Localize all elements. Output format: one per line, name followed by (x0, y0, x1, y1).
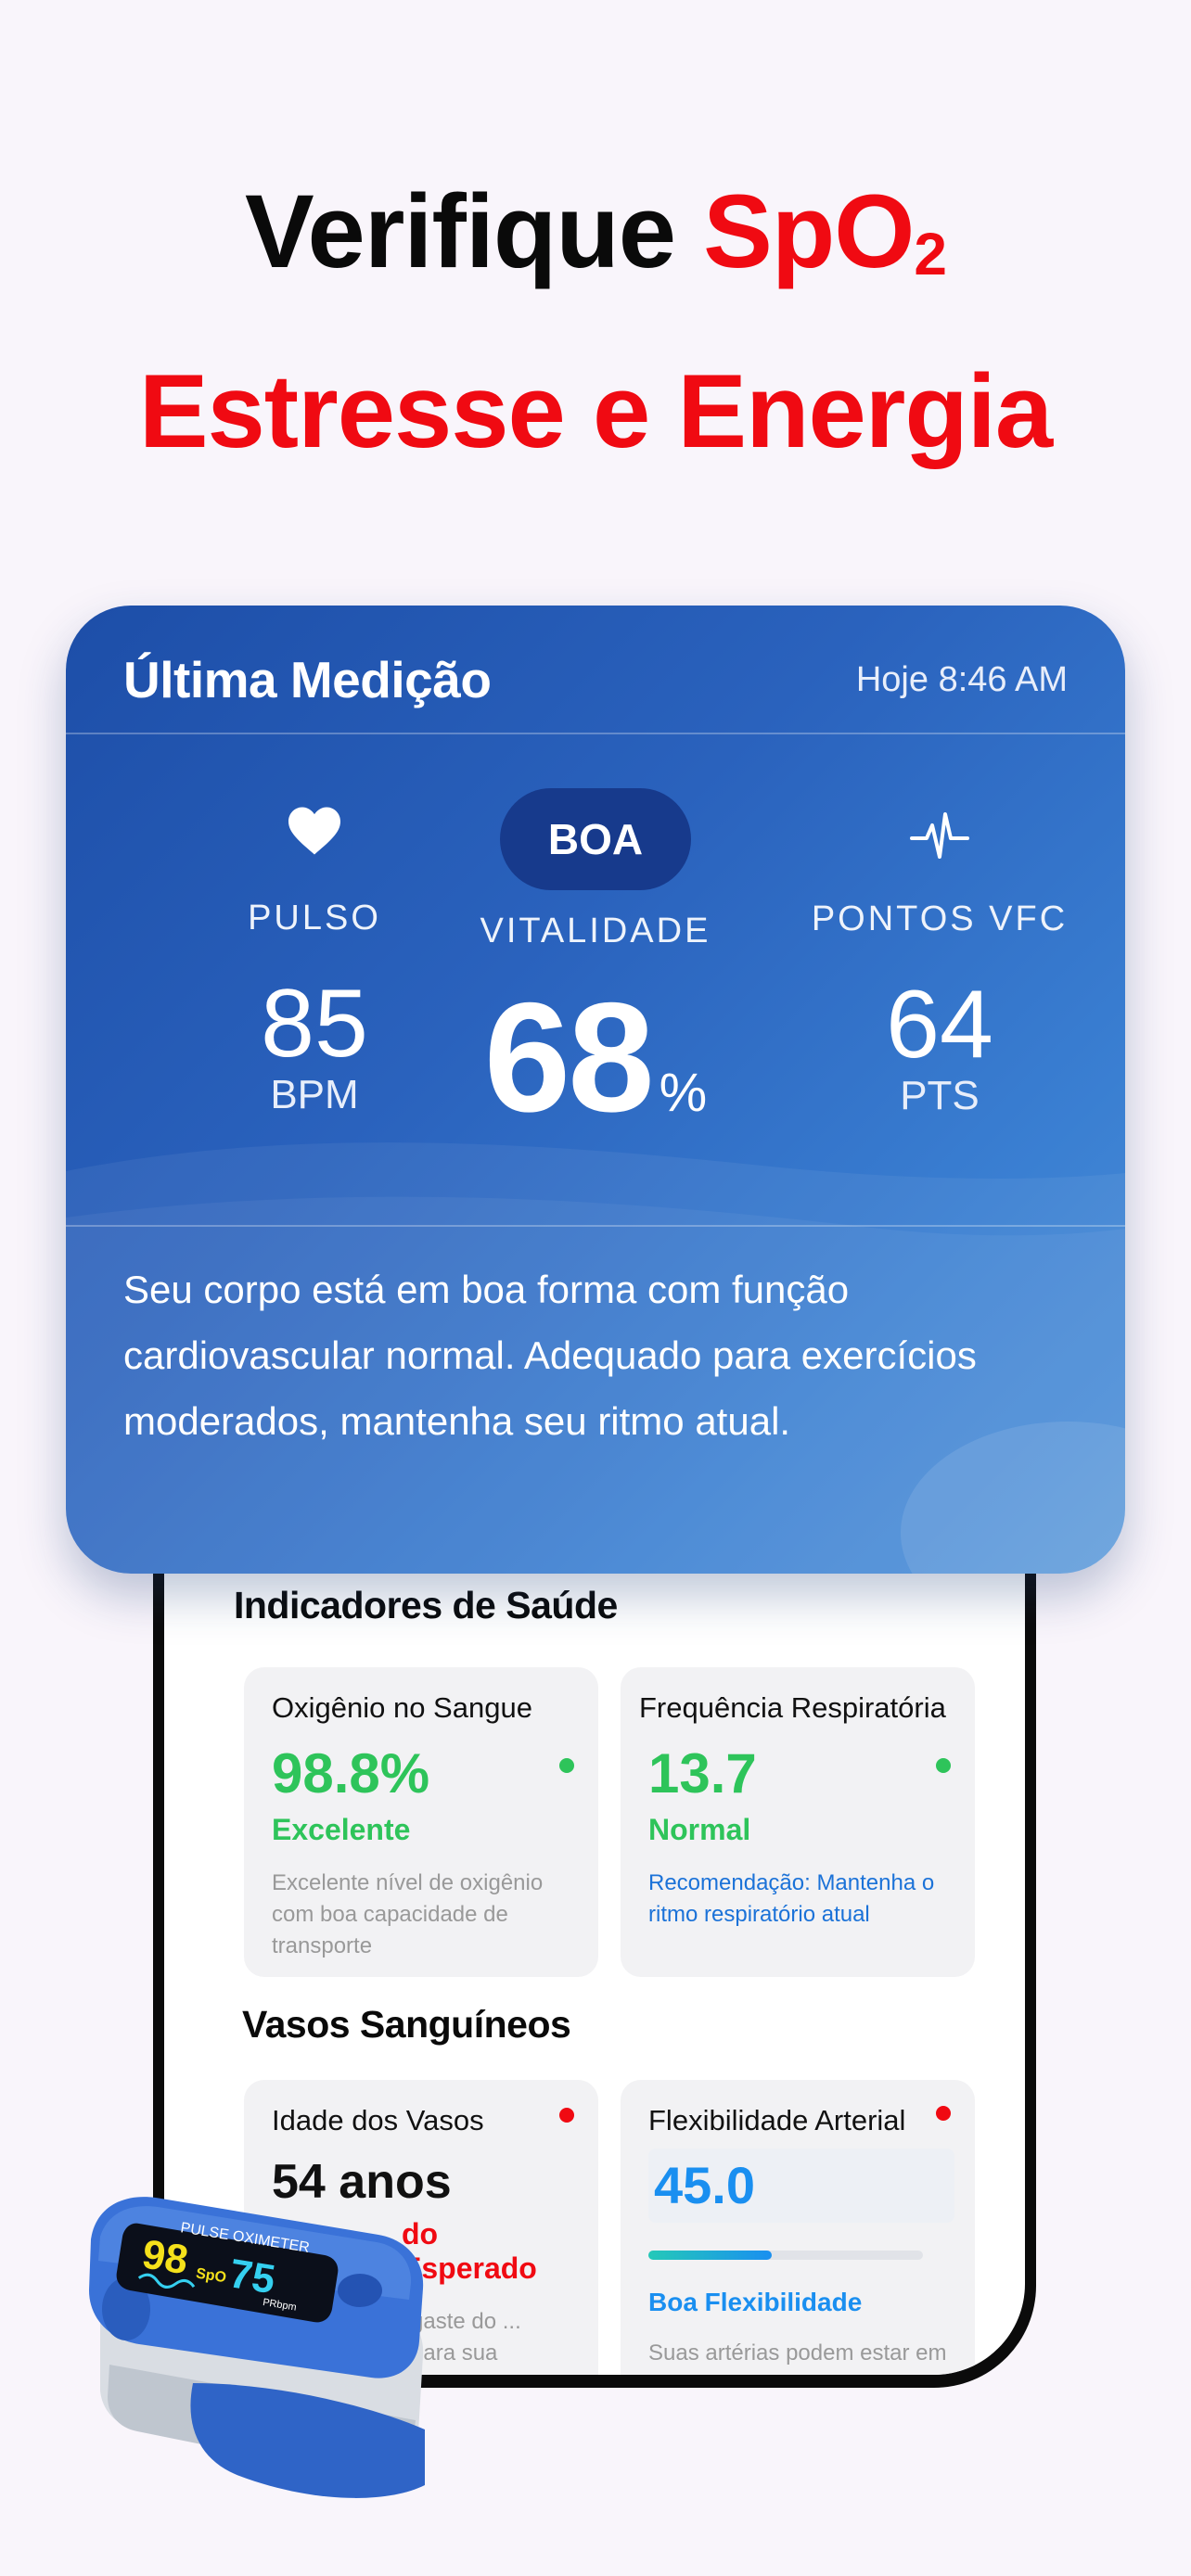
last-measurement-card[interactable]: Última Medição Hoje 8:46 AM PULSO 85 BPM… (66, 606, 1125, 1574)
vessel-age-status-dot (559, 2108, 574, 2123)
hrv-unit: PTS (900, 1073, 980, 1118)
vitality-metric: VITALIDADE 68% (429, 912, 762, 1135)
vitality-label: VITALIDADE (480, 912, 711, 950)
respiration-description: Recomendação: Mantenha o ritmo respirató… (648, 1870, 935, 1927)
heart-icon (288, 807, 340, 855)
vessels-title: Vasos Sanguíneos (242, 2003, 571, 2046)
indicators-title: Indicadores de Saúde (234, 1584, 618, 1626)
card-title: Última Medição (123, 651, 492, 708)
card-description: Seu corpo está em boa forma com função c… (123, 1268, 977, 1443)
vitality-value: 68 (483, 970, 655, 1144)
headline-line-1: Verifique SpO2 (0, 172, 1191, 314)
respiration-status-dot (936, 1758, 951, 1773)
flexibility-description: Suas artérias podem estar em risco de AV… (648, 2340, 947, 2375)
hrv-label: PONTOS VFC (811, 899, 1069, 938)
vitality-badge: BOA (500, 788, 691, 890)
vitality-value-row: 68% (429, 979, 762, 1135)
headline-line-2: Estresse e Energia (138, 353, 1053, 469)
headline: Verifique SpO2 Estresse e Energia (0, 172, 1191, 472)
flexibility-tile[interactable]: Flexibilidade Arterial 45.0 Boa Flexibil… (621, 2080, 975, 2375)
respiration-value: 13.7 (648, 1742, 757, 1804)
flexibility-bar-fill (648, 2251, 773, 2260)
vessel-age-title: Idade dos Vasos (272, 2104, 484, 2136)
flexibility-title: Flexibilidade Arterial (648, 2104, 906, 2136)
respiration-tile[interactable]: Frequência Respiratória 13.7 Normal Reco… (621, 1667, 975, 1977)
card-divider-bottom (66, 1225, 1125, 1227)
pulse-wave-icon (910, 812, 969, 859)
device-pr: 75 (226, 2251, 278, 2302)
oxygen-status: Excelente (272, 1813, 411, 1846)
oxygen-tile[interactable]: Oxigênio no Sangue 98.8% Excelente Excel… (244, 1667, 598, 1977)
respiration-status: Normal (648, 1813, 751, 1846)
respiration-title: Frequência Respiratória (639, 1691, 946, 1724)
oxygen-title: Oxigênio no Sangue (272, 1691, 532, 1724)
hrv-metric: PONTOS VFC 64 PTS (773, 808, 1107, 1119)
pulse-oximeter-image: PULSE OXIMETER 98 SpO 75 PRbpm (89, 2197, 425, 2498)
flexibility-status-dot (936, 2106, 951, 2121)
oxygen-value: 98.8% (272, 1742, 430, 1804)
card-divider-top (66, 733, 1125, 734)
headline-spo2: SpO2 (703, 173, 947, 289)
oxygen-status-dot (559, 1758, 574, 1773)
card-header: Última Medição Hoje 8:46 AM (123, 633, 1068, 726)
card-time: Hoje 8:46 AM (855, 659, 1068, 699)
vitality-unit: % (659, 1063, 708, 1123)
flexibility-bar (648, 2251, 923, 2260)
flexibility-status: Boa Flexibilidade (648, 2288, 863, 2316)
headline-verify: Verifique (245, 173, 676, 289)
flexibility-value: 45.0 (648, 2149, 954, 2223)
oxygen-description: Excelente nível de oxigênio com boa capa… (272, 1870, 544, 1958)
hrv-value: 64 (886, 971, 993, 1078)
